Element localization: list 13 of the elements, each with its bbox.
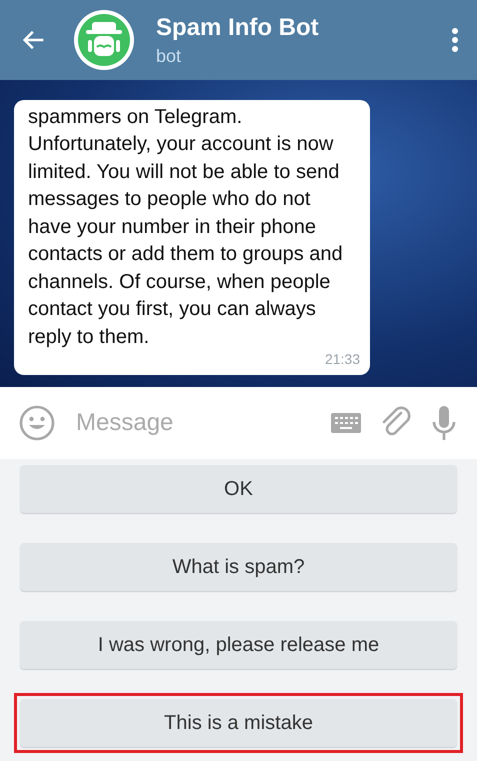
emoji-icon[interactable] [18,404,56,442]
keyboard-icon[interactable] [331,413,361,433]
microphone-icon[interactable] [431,405,457,441]
message-text: spammers on Telegram. Unfortunately, your account is now limited. You will not be able to send messages to people who do not have your number in their phone contacts or add them to groups and channels. Of course, when people contact you first, you can always reply to them. [28,104,344,350]
chat-subtitle: bot [156,46,182,66]
bot-avatar-icon [72,8,136,72]
bot-reply-button[interactable]: OK [20,465,457,513]
bot-reply-button[interactable]: This is a mistake [20,699,457,747]
chat-title: Spam Info Bot [156,14,320,42]
bot-reply-button[interactable]: What is spam? [20,543,457,591]
bot-reply-button[interactable]: I was wrong, please release me [20,621,457,669]
message-time: 21:33 [324,351,360,367]
message-input-field[interactable]: Message [74,408,313,438]
